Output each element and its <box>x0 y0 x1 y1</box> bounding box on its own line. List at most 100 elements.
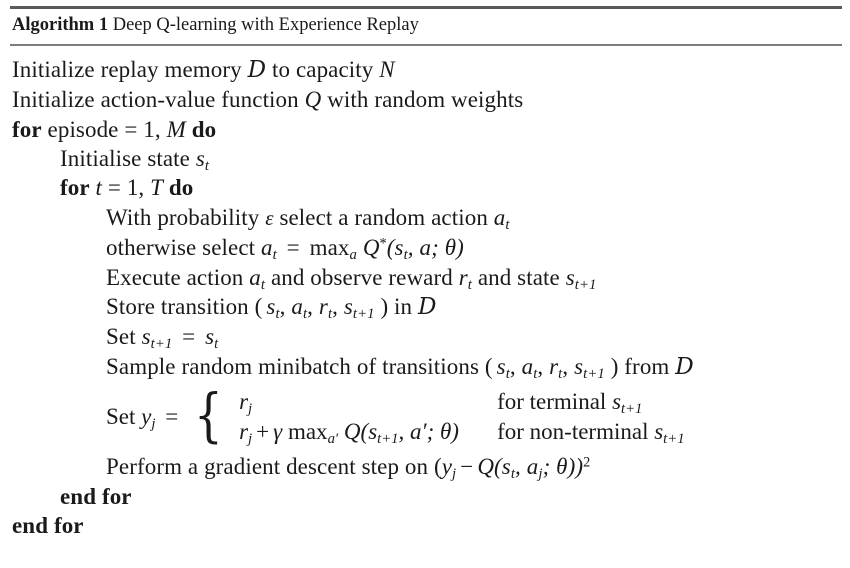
line7-max-subscript: a <box>349 247 357 264</box>
line8-text-a: Execute action <box>106 264 244 290</box>
line6-text-a: With probability <box>106 204 260 230</box>
line7-max: max <box>309 235 350 261</box>
line9-s2-subscript: t+1 <box>352 306 375 323</box>
cases-row-terminal: rj for terminal st+1 <box>239 387 684 417</box>
line9-a: a <box>291 294 303 320</box>
line10-s2-subscript: t <box>214 336 219 353</box>
line11-memory-symbol: D <box>675 353 694 380</box>
algorithm-label: Algorithm 1 <box>12 15 109 35</box>
line7-args-open: (s <box>386 235 404 261</box>
line8-s: s <box>565 264 575 290</box>
line13-q-symbol: Q <box>477 454 495 480</box>
case1-reward: rj <box>239 389 252 416</box>
pseudocode-line-for-episode: for episode = 1, M do <box>12 115 844 144</box>
line10-s1: s <box>141 324 151 350</box>
case2-cond-s-subscript: t+1 <box>663 431 685 448</box>
line11-tuple-a: at <box>522 354 538 381</box>
line6-action-symbol: at <box>493 204 510 232</box>
case1-expression: rj <box>239 387 497 417</box>
case2-cond-text: for non-terminal <box>497 419 649 445</box>
pseudocode-line: Execute action at and observe reward rt … <box>12 263 844 292</box>
keyword-end-for: end for <box>12 513 84 539</box>
pseudocode-line-end-for-inner: end for <box>12 482 844 511</box>
keyword-do: do <box>168 175 194 201</box>
line11-s: s <box>496 353 506 379</box>
line7-q-symbol: Q* <box>363 235 387 260</box>
line4-state-symbol: st <box>195 146 209 173</box>
algorithm-body: Initialize replay memory D to capacity N… <box>6 46 844 541</box>
line1-text-b: to capacity <box>272 56 374 82</box>
line12-equals: = <box>165 404 179 430</box>
case2-max-operator: maxa′ <box>288 419 339 448</box>
line8-r: r <box>458 264 468 290</box>
line9-s2: s <box>343 294 353 320</box>
case2-plus: + <box>256 419 270 445</box>
line8-r-subscript: t <box>467 276 472 293</box>
line9-tuple-s2: st+1 <box>343 294 375 323</box>
line2-text-b: with random weights <box>327 87 524 113</box>
case2-max-subscript: a′ <box>327 431 339 448</box>
line10-set: Set <box>106 324 136 350</box>
line7-a: a <box>260 235 273 261</box>
line9-tuple-r: rt <box>318 294 332 321</box>
line7-q-args: (st, a; θ) <box>386 235 464 262</box>
pseudocode-line: Perform a gradient descent step on (yj − Q… <box>12 452 844 481</box>
line13-args-open: (s <box>494 454 511 480</box>
line8-action-symbol: at <box>249 264 265 292</box>
keyword-for: for <box>12 116 42 142</box>
line12-set: Set <box>106 404 136 430</box>
case1-cond-s-subscript: t+1 <box>621 401 643 418</box>
line8-next-state-symbol: st+1 <box>565 264 597 293</box>
pseudocode-line: Initialize action-value function Q with … <box>12 85 844 114</box>
line7-action-symbol: at <box>260 235 277 264</box>
line9-text-b: ) in <box>380 294 413 320</box>
line7-a-subscript: t <box>272 247 277 264</box>
case2-args-rest: , a′; θ) <box>398 419 459 445</box>
line12-y-subscript: j <box>151 416 156 433</box>
pseudocode-line: With probability ε select a random actio… <box>12 203 844 233</box>
line13-args-mid: , a <box>515 454 539 480</box>
cases-row-nonterminal: rj + γ maxa′ Q(st+1, a′; θ) for non-termin… <box>239 417 684 447</box>
keyword-end-for: end for <box>60 483 132 509</box>
line3-text: episode <box>47 116 119 142</box>
case2-args-open: (s <box>360 419 378 445</box>
line12-y-symbol: yj <box>141 404 156 433</box>
line13-y: y <box>441 454 453 480</box>
line7-equals: = <box>286 235 300 261</box>
line7-q-star: * <box>379 235 387 252</box>
line9-r: r <box>318 294 328 320</box>
case2-cond-state: st+1 <box>654 419 685 448</box>
line5-T-symbol: T <box>150 175 164 201</box>
line4-s: s <box>195 146 205 172</box>
line7-max-operator: maxa <box>309 235 357 264</box>
case2-cond-s: s <box>654 419 664 445</box>
case2-expression: rj + γ maxa′ Q(st+1, a′; θ) <box>239 417 497 447</box>
pseudocode-line: Store transition (st, at, rt, st+1 ) in … <box>106 294 437 323</box>
case2-gamma: γ <box>273 419 283 445</box>
line12-y: y <box>141 404 152 430</box>
line1-memory-symbol: D <box>247 56 267 83</box>
line6-text-b: select a random action <box>279 204 488 230</box>
line13-minus: − <box>460 454 474 480</box>
line6-a: a <box>493 204 506 230</box>
line5-t-symbol: t <box>95 175 103 201</box>
pseudocode-line: Initialize replay memory D to capacity N <box>12 55 844 85</box>
case2-q-symbol: Q <box>343 419 361 445</box>
pseudocode-line: Sample random minibatch of transitions (… <box>106 353 694 382</box>
line8-reward-symbol: rt <box>458 264 472 293</box>
case2-q-args: (st+1, a′; θ) <box>360 419 459 446</box>
line7-text: otherwise select <box>106 235 256 261</box>
line8-text-b: and observe reward <box>270 264 453 290</box>
line2-q-symbol: Q <box>304 87 322 113</box>
line13-args-end: ; θ)) <box>542 454 584 480</box>
line8-a: a <box>249 264 261 290</box>
line8-text-c: and state <box>477 264 560 290</box>
line8-s-subscript: t+1 <box>574 276 597 293</box>
line11-text-a: Sample random minibatch of transitions ( <box>106 353 493 379</box>
line11-tuple-s2: st+1 <box>574 354 605 381</box>
case2-condition: for non-terminal st+1 <box>497 417 684 447</box>
line1-capacity-symbol: N <box>379 56 395 82</box>
line3-one: 1, <box>143 116 161 142</box>
pseudocode-line: otherwise select at = maxa Q*(st, a; θ) <box>12 233 844 262</box>
line13-text: Perform a gradient descent step on ( <box>106 454 442 480</box>
